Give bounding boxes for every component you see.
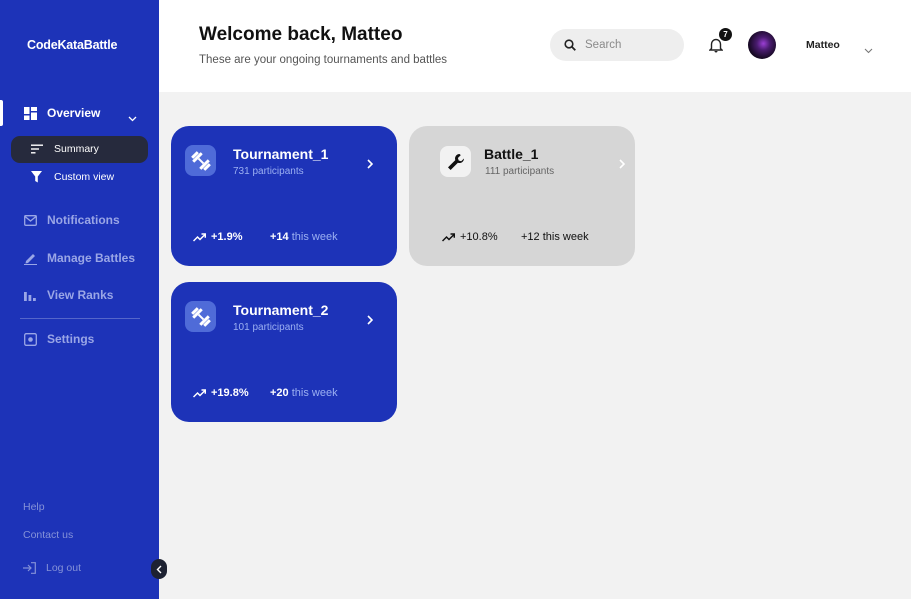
card-week-count: +12 (521, 231, 540, 243)
chevron-down-icon[interactable] (864, 41, 873, 59)
pencil-icon (23, 251, 37, 265)
header: Welcome back, Matteo These are your ongo… (159, 0, 911, 92)
sidebar-item-label: Manage Battles (47, 251, 136, 265)
sidebar-item-label: Overview (47, 106, 101, 120)
tournament-card[interactable]: Tournament_2 101 participants +19.8% +20… (171, 282, 397, 422)
page-title: Welcome back, Matteo (199, 24, 403, 45)
battle-card[interactable]: Battle_1 111 participants +10.8% +12 thi… (409, 126, 635, 266)
mail-icon (23, 213, 37, 227)
card-participants: 111 participants (485, 166, 555, 177)
sidebar-item-notifications[interactable]: Notifications (23, 213, 120, 227)
chevron-left-icon (156, 565, 162, 574)
tournament-card[interactable]: Tournament_1 731 participants +1.9% +14 … (171, 126, 397, 266)
filter-icon (31, 171, 43, 183)
help-link[interactable]: Help (23, 501, 45, 513)
card-participants: 731 participants (233, 166, 304, 177)
sidebar-item-view-ranks[interactable]: View Ranks (23, 288, 113, 302)
card-growth: +1.9% (193, 231, 243, 243)
sidebar-subitem-label: Custom view (54, 171, 115, 183)
sidebar-subitem-summary[interactable]: Summary (31, 143, 99, 155)
card-growth-value: +10.8% (460, 231, 498, 243)
dashboard-icon (23, 106, 37, 120)
sidebar: CodeKataBattle Overview Summary Custom v… (0, 0, 159, 599)
bar-chart-icon (23, 288, 37, 302)
sidebar-subitem-custom-view[interactable]: Custom view (31, 171, 114, 183)
card-growth-value: +19.8% (211, 387, 249, 399)
card-participants: 101 participants (233, 322, 304, 333)
card-title: Tournament_1 (233, 146, 329, 162)
sidebar-item-settings[interactable]: Settings (23, 332, 94, 346)
sidebar-item-label: Notifications (47, 213, 120, 227)
contact-link[interactable]: Contact us (23, 529, 73, 541)
card-growth-value: +1.9% (211, 231, 243, 243)
logout-link[interactable]: Log out (23, 562, 81, 574)
wrench-icon (440, 146, 471, 177)
trending-up-icon (193, 232, 206, 242)
logout-icon (23, 562, 36, 574)
sidebar-divider (20, 318, 140, 319)
trending-up-icon (442, 232, 455, 242)
card-weekly: +14 this week (270, 231, 338, 243)
sidebar-item-label: View Ranks (47, 288, 114, 302)
logout-label: Log out (46, 562, 82, 574)
username[interactable]: Matteo (806, 39, 840, 51)
card-week-count: +14 (270, 231, 289, 243)
card-week-label: this week (291, 231, 338, 243)
card-weekly: +12 this week (521, 231, 589, 243)
dumbbell-icon (185, 301, 216, 332)
card-week-label: this week (542, 231, 589, 243)
sort-lines-icon (31, 143, 43, 155)
search-input[interactable] (585, 39, 675, 51)
chevron-right-icon[interactable] (367, 312, 374, 330)
sidebar-subitem-label: Summary (54, 143, 99, 155)
search-icon (564, 39, 576, 51)
search-box[interactable] (550, 29, 684, 61)
page-subtitle: These are your ongoing tournaments and b… (199, 54, 448, 66)
active-indicator (0, 100, 3, 126)
chevron-right-icon[interactable] (367, 156, 374, 174)
card-weekly: +20 this week (270, 387, 338, 399)
settings-icon (23, 332, 37, 346)
dumbbell-icon (185, 145, 216, 176)
sidebar-item-manage-battles[interactable]: Manage Battles (23, 251, 135, 265)
notification-badge: 7 (719, 28, 732, 41)
avatar[interactable] (748, 31, 776, 59)
card-growth: +19.8% (193, 387, 249, 399)
card-week-count: +20 (270, 387, 289, 399)
chevron-down-icon[interactable] (128, 109, 137, 127)
collapse-sidebar-button[interactable] (151, 559, 167, 579)
app-logo: CodeKataBattle (27, 38, 118, 52)
card-week-label: this week (291, 387, 338, 399)
sidebar-item-overview[interactable]: Overview (23, 106, 100, 120)
card-growth: +10.8% (442, 231, 498, 243)
chevron-right-icon[interactable] (619, 156, 626, 174)
card-title: Tournament_2 (233, 302, 329, 318)
sidebar-item-label: Settings (47, 332, 95, 346)
trending-up-icon (193, 388, 206, 398)
card-title: Battle_1 (484, 146, 539, 162)
